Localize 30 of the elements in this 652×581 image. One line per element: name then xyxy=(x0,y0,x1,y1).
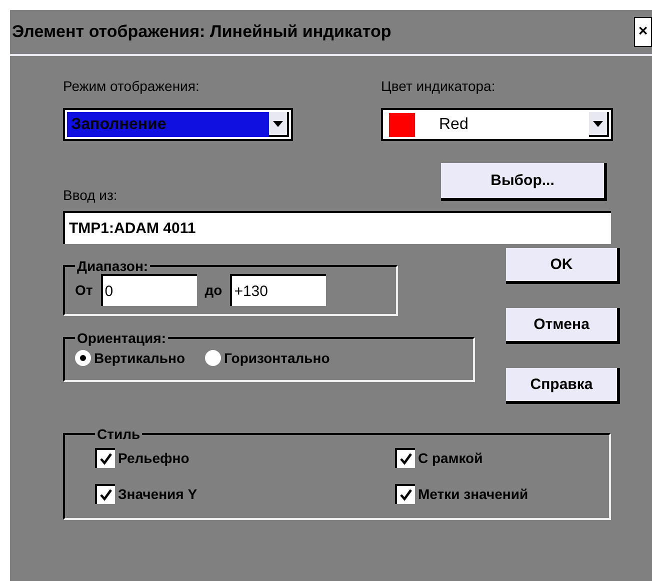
close-button[interactable]: × xyxy=(634,17,652,47)
field-label: до xyxy=(204,282,222,298)
group-title: Ориентация: xyxy=(76,330,167,346)
radio-button[interactable] xyxy=(205,350,222,366)
group-title: Диапазон: xyxy=(76,258,150,274)
checkbox-label: Рельефно xyxy=(118,450,190,466)
checkbox[interactable] xyxy=(395,484,415,504)
group-title: Стиль xyxy=(96,426,142,442)
input-field[interactable]: 0 xyxy=(100,274,197,306)
dialog-button[interactable]: OK xyxy=(506,248,620,284)
color-dropdown[interactable]: Red xyxy=(381,108,613,141)
field-label: Ввод из: xyxy=(63,187,118,203)
dialog-button[interactable]: Справка xyxy=(506,368,620,404)
radio-label: Вертикально xyxy=(94,350,186,366)
field-label: Цвет индикатора: xyxy=(381,78,496,94)
window-title: Элемент отображения: Линейный индикатор xyxy=(12,22,392,42)
checkbox[interactable] xyxy=(395,448,415,468)
field-label: От xyxy=(75,282,93,298)
dialog-button[interactable]: Отмена xyxy=(506,308,620,344)
input-field[interactable]: +130 xyxy=(230,274,326,306)
checkbox-label: С рамкой xyxy=(418,450,483,466)
input-field[interactable]: TMP1:ADAM 4011 xyxy=(63,211,611,244)
radio-label: Горизонтально xyxy=(224,350,330,366)
radio-button[interactable] xyxy=(75,350,91,366)
choose-button[interactable]: Выбор... xyxy=(441,163,607,201)
checkbox[interactable] xyxy=(95,484,115,504)
field-label: Режим отображения: xyxy=(63,78,200,94)
checkbox-label: Значения Y xyxy=(118,486,198,502)
checkbox-label: Метки значений xyxy=(418,486,528,502)
checkbox[interactable] xyxy=(95,448,115,468)
